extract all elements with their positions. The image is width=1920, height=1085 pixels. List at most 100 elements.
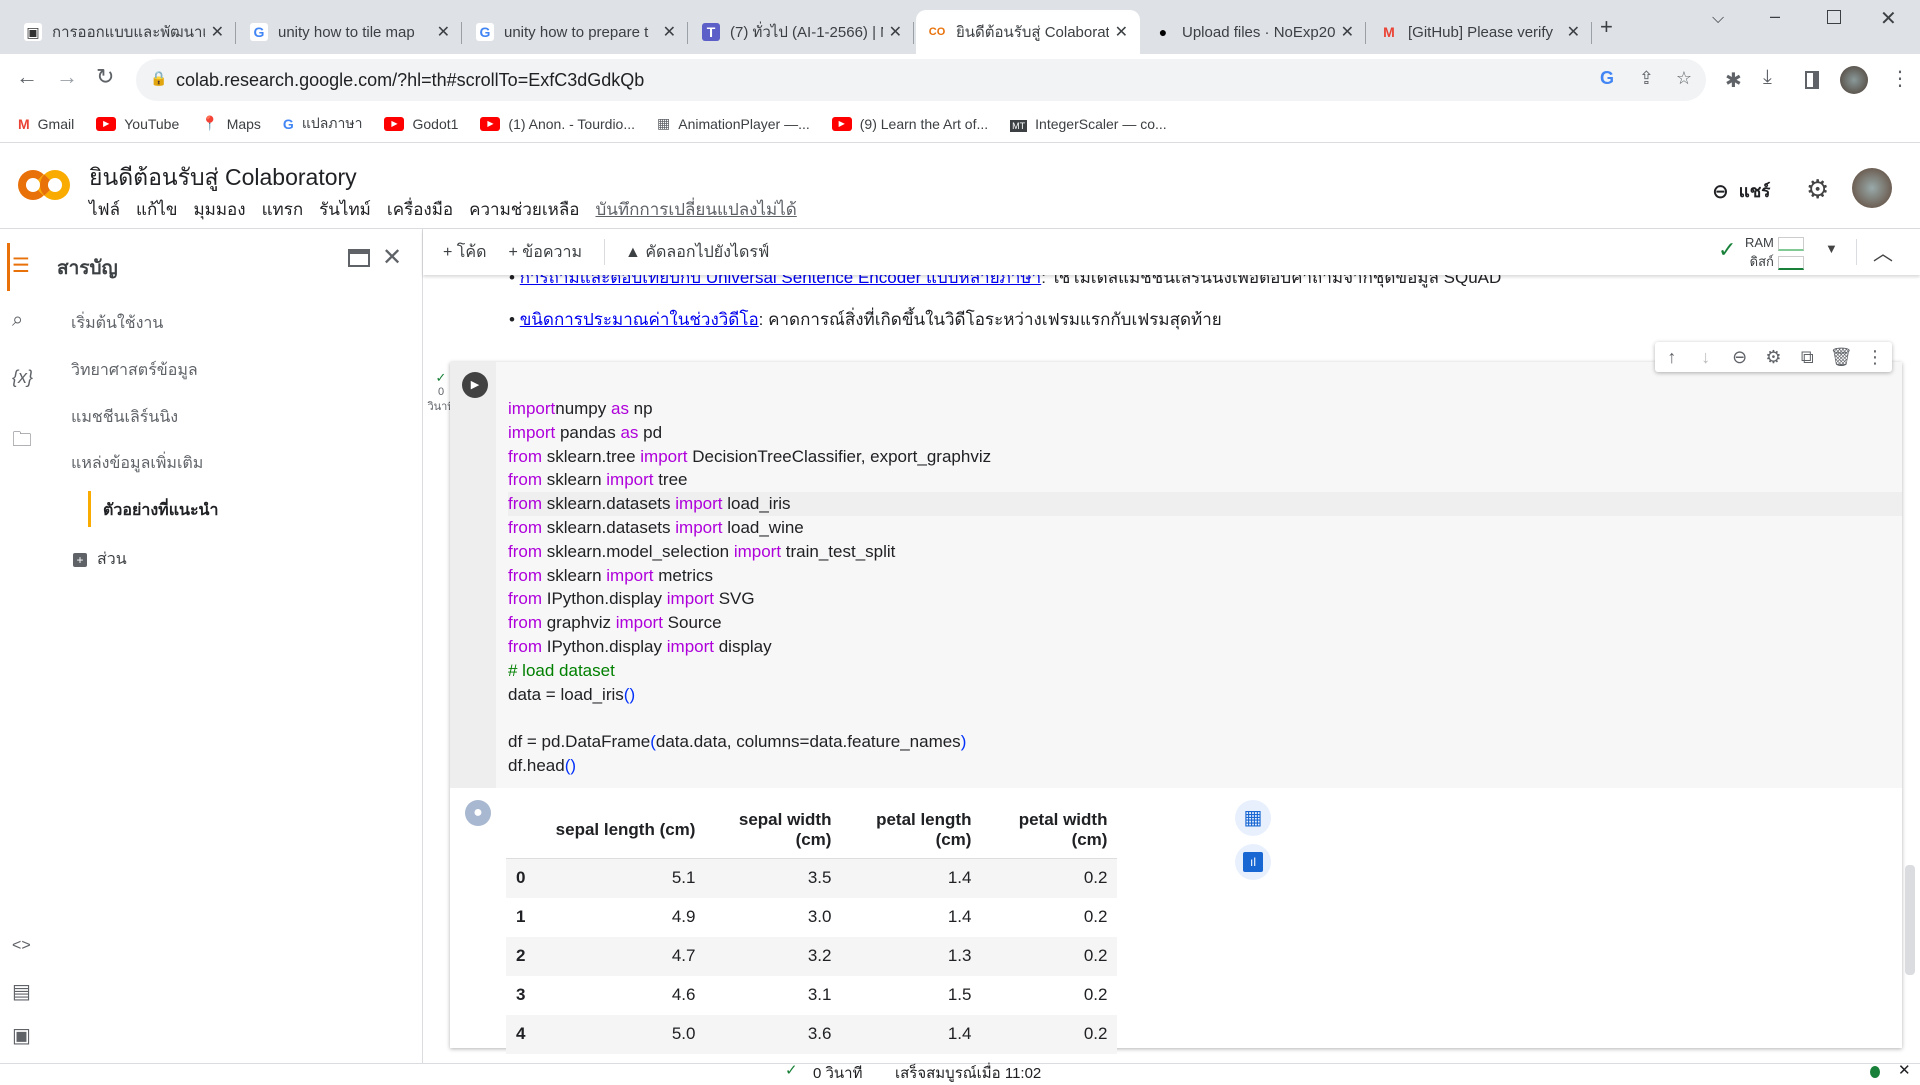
user-avatar[interactable]	[1852, 168, 1892, 208]
close-status-icon[interactable]: ✕	[1898, 1061, 1911, 1079]
close-tab-icon[interactable]: ✕	[437, 22, 450, 42]
bookmark-item[interactable]: ▶ (1) Anon. - Tourdio...	[480, 116, 635, 132]
code-token: import	[615, 613, 663, 633]
collapse-header-icon[interactable]: ︿	[1873, 237, 1893, 266]
notebook-title[interactable]: ยินดีต้อนรับสู่ Colaboratory	[89, 160, 357, 196]
close-tab-icon[interactable]: ✕	[1341, 22, 1354, 42]
interactive-table-button[interactable]: ▦	[1235, 800, 1271, 836]
code-editor[interactable]: importnumpy as np import pandas as pd from…	[496, 362, 1902, 788]
close-tab-icon[interactable]: ✕	[663, 22, 676, 42]
browser-tab[interactable]: ● Upload files · NoExp20 ✕	[1142, 10, 1366, 54]
menu-item[interactable]: ความช่วยเหลือ	[469, 196, 579, 223]
code-token: pd	[638, 422, 663, 442]
close-window-button[interactable]: ✕	[1880, 6, 1897, 31]
move-up-icon[interactable]: ↑	[1658, 347, 1686, 368]
link-icon: ⊖	[1712, 181, 1729, 203]
move-down-icon[interactable]: ↓	[1692, 347, 1720, 368]
download-icon[interactable]: ⤓	[1763, 66, 1772, 89]
colab-logo[interactable]	[18, 170, 70, 202]
bookmark-star-icon[interactable]: ☆	[1676, 68, 1692, 89]
close-tab-icon[interactable]: ✕	[889, 22, 902, 42]
side-panel-icon[interactable]	[1805, 71, 1819, 89]
bookmark-item[interactable]: MT IntegerScaler — co...	[1010, 116, 1167, 132]
variables-icon[interactable]: {x}	[12, 367, 33, 388]
bullet-link[interactable]: ขนิดการประมาณค่าในช่วงวิดีโอ	[520, 310, 759, 329]
search-icon[interactable]: ⌕	[12, 309, 23, 332]
unsaved-changes-link[interactable]: บันทึกการเปลี่ยนแปลงไม่ได้	[596, 196, 797, 223]
mirror-cell-icon[interactable]: ⧉	[1793, 347, 1821, 368]
bookmark-item[interactable]: M Gmail	[18, 116, 74, 132]
close-tab-icon[interactable]: ✕	[1567, 22, 1580, 42]
bookmark-item[interactable]: ▶ Godot1	[384, 116, 458, 132]
toc-item-machine-learning[interactable]: แมชชีนเลิร์นนิง	[71, 405, 178, 430]
browser-tab[interactable]: M [GitHub] Please verify ✕	[1368, 10, 1592, 54]
browser-tab[interactable]: Gunity how to tile map ✕	[238, 10, 462, 54]
url-input[interactable]: 🔒 colab.research.google.com/?hl=th#scrol…	[136, 59, 1706, 101]
cell-settings-icon[interactable]: ⚙	[1759, 347, 1787, 368]
run-cell-button[interactable]: ▶	[462, 372, 488, 398]
toc-item-featured-examples[interactable]: ตัวอย่างที่แนะนำ	[103, 498, 218, 523]
profile-avatar[interactable]	[1840, 66, 1868, 94]
browser-tab[interactable]: Gunity how to prepare t ✕	[464, 10, 688, 54]
close-sidebar-icon[interactable]: ✕	[382, 243, 402, 272]
code-line: from sklearn.datasets import load_iris	[508, 492, 1902, 516]
folder-icon[interactable]: 🗀	[12, 425, 32, 459]
maximize-button[interactable]	[1827, 10, 1841, 24]
toc-item-more-resources[interactable]: แหล่งข้อมูลเพิ่มเติม	[71, 451, 203, 476]
browser-tab[interactable]: T (7) ทั่วไป (AI-1-2566) | M ✕	[690, 10, 914, 54]
delete-cell-icon[interactable]: 🗑	[1827, 347, 1855, 368]
add-section-button[interactable]: + ส่วน	[73, 547, 127, 572]
menu-item[interactable]: แทรก	[262, 196, 304, 223]
bar-chart-icon: ıl	[1243, 852, 1263, 872]
reload-icon[interactable]: ↻	[96, 64, 114, 90]
runtime-dropdown-icon[interactable]: ▼	[1825, 241, 1838, 256]
google-icon[interactable]: G	[1600, 68, 1614, 89]
scrollbar[interactable]	[1905, 865, 1915, 975]
command-palette-icon[interactable]: ▤	[12, 979, 31, 1004]
status-check-icon: ✓	[785, 1062, 798, 1079]
menu-item[interactable]: แก้ไข	[136, 196, 177, 223]
open-in-tab-icon[interactable]	[348, 249, 370, 267]
code-token: graphviz	[542, 613, 616, 633]
menu-item[interactable]: มุมมอง	[193, 196, 245, 223]
terminal-icon[interactable]: ▣	[12, 1023, 31, 1048]
bookmark-item[interactable]: G แปลภาษา	[283, 113, 363, 135]
copy-to-drive-button[interactable]: ▲ คัดลอกไปยังไดรฟ์	[625, 240, 769, 265]
forward-icon[interactable]: →	[56, 64, 78, 90]
code-cell[interactable]: ▶ importnumpy as np import pandas as pd fr…	[450, 362, 1902, 1054]
code-token: )	[960, 732, 967, 752]
suggest-charts-button[interactable]: ıl	[1235, 844, 1271, 880]
new-tab-button[interactable]: +	[1600, 14, 1613, 40]
share-button[interactable]: ⊖ แชร์	[1712, 178, 1770, 205]
add-code-button[interactable]: + โค้ด	[443, 240, 486, 265]
menu-item[interactable]: เครื่องมือ	[387, 196, 453, 223]
toc-list-icon[interactable]: ☰	[12, 253, 30, 278]
settings-gear-icon[interactable]: ⚙	[1806, 174, 1829, 205]
back-icon[interactable]: ←	[16, 64, 38, 90]
resources-indicator[interactable]: RAM ดิสก์	[1745, 233, 1804, 271]
close-tab-icon[interactable]: ✕	[1115, 22, 1128, 42]
share-icon[interactable]: ⇪	[1639, 68, 1654, 89]
add-text-button[interactable]: + ข้อความ	[508, 240, 582, 265]
chrome-menu-icon[interactable]: ⋮	[1890, 66, 1910, 91]
minimize-button[interactable]: –	[1770, 6, 1780, 27]
code-snippets-icon[interactable]: <>	[12, 937, 31, 955]
link-cell-icon[interactable]: ⊖	[1726, 347, 1754, 368]
bullet-link[interactable]: การถามและตอบเทียบกับ Universal Sentence …	[520, 275, 1042, 287]
extensions-icon[interactable]: ✱	[1725, 68, 1742, 93]
plus-box-icon: +	[73, 552, 87, 567]
youtube-icon: ▶	[480, 116, 501, 131]
bookmark-item[interactable]: ▦ AnimationPlayer —...	[657, 115, 810, 132]
close-tab-icon[interactable]: ✕	[211, 22, 224, 42]
menu-item[interactable]: รันไทม์	[319, 196, 371, 223]
bookmark-item[interactable]: ▶ (9) Learn the Art of...	[831, 116, 988, 132]
tab-search-icon[interactable]: ⌵	[1712, 10, 1724, 28]
browser-tab[interactable]: ▣ การออกแบบและพัฒนาเกม ✕	[12, 10, 236, 54]
bookmark-item[interactable]: ▶ YouTube	[96, 116, 179, 132]
toc-item-data-science[interactable]: วิทยาศาสตร์ข้อมูล	[71, 358, 198, 383]
bookmark-item[interactable]: 📍 Maps	[201, 115, 261, 132]
more-options-icon[interactable]: ⋮	[1861, 347, 1889, 368]
menu-item[interactable]: ไฟล์	[89, 196, 120, 223]
toc-item-getting-started[interactable]: เริ่มต้นใช้งาน	[71, 311, 163, 336]
browser-tab[interactable]: CO ยินดีต้อนรับสู่ Colaborato ✕	[916, 10, 1140, 54]
